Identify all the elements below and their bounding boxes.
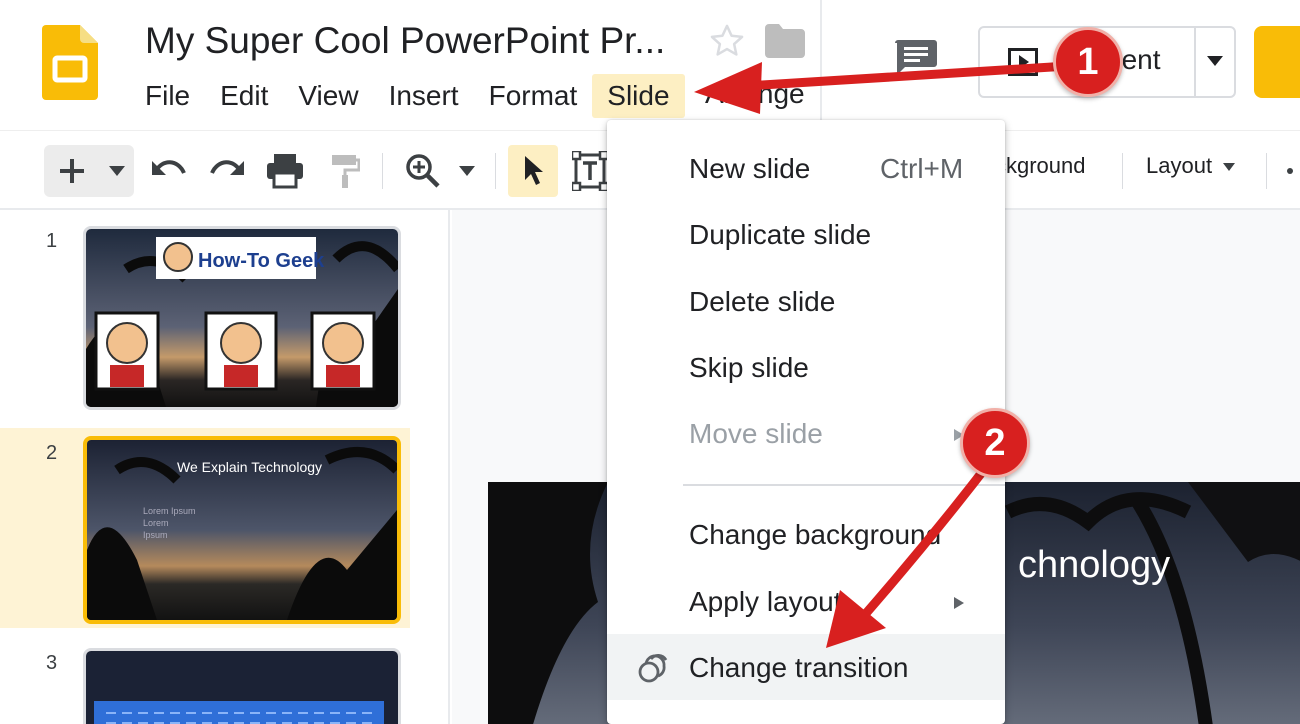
menu-item-change-transition[interactable]: Change transition (689, 652, 908, 684)
plus-icon (60, 159, 84, 183)
present-play-icon (1008, 48, 1038, 76)
comments-icon[interactable] (895, 40, 937, 76)
undo-icon[interactable] (150, 155, 188, 185)
menu-item-change-background[interactable]: Change background (689, 519, 941, 551)
slide-2-body-line: Lorem Ipsum (143, 506, 196, 516)
slide-1-preview: How-To Geek (86, 229, 398, 407)
paint-format-icon[interactable] (330, 153, 360, 189)
main-slide-title-text[interactable]: chnology (1018, 544, 1170, 587)
chevron-down-icon[interactable] (1206, 54, 1224, 68)
share-button[interactable] (1254, 26, 1300, 98)
print-icon[interactable] (266, 153, 304, 189)
toolbar-divider (495, 153, 496, 189)
submenu-arrow-icon (954, 597, 964, 609)
toolbar-divider (1122, 153, 1123, 189)
chevron-down-icon (1223, 163, 1236, 172)
menu-item-delete-slide[interactable]: Delete slide (689, 286, 835, 318)
toolbar-layout-label: Layout (1146, 153, 1213, 178)
slide-thumbnail-3[interactable] (83, 648, 401, 724)
slides-logo-icon[interactable] (42, 25, 98, 100)
chevron-down-icon[interactable] (458, 165, 476, 177)
cursor-arrow-icon (525, 156, 543, 185)
menu-format[interactable]: Format (474, 74, 593, 118)
slide-1-banner: How-To Geek (198, 250, 325, 272)
menu-separator (683, 484, 1005, 486)
redo-icon[interactable] (208, 155, 246, 185)
menu-edit[interactable]: Edit (205, 74, 283, 118)
zoom-icon[interactable] (405, 153, 441, 189)
menu-file[interactable]: File (130, 74, 205, 118)
slide-number: 3 (46, 652, 58, 674)
menu-insert[interactable]: Insert (374, 74, 474, 118)
menu-arrange[interactable]: Arrange (705, 78, 805, 110)
slide-2-title: We Explain Technology (177, 459, 322, 475)
menu-bar: File Edit View Insert Format Slide (130, 74, 685, 118)
slide-3-preview (86, 651, 398, 724)
step-badge-1: 1 (1053, 27, 1123, 97)
menu-item-new-slide[interactable]: New slide (689, 153, 810, 185)
transition-icon (638, 654, 668, 683)
slide-dropdown-menu: New slide Ctrl+M Duplicate slide Delete … (607, 120, 1005, 724)
menu-slide[interactable]: Slide (592, 74, 685, 118)
menu-view[interactable]: View (283, 74, 373, 118)
text-box-icon[interactable] (572, 151, 608, 191)
more-options-icon[interactable] (1286, 167, 1294, 175)
slide-2-body-line: Ipsum (143, 530, 168, 540)
star-icon[interactable] (708, 22, 746, 60)
toolbar-divider (382, 153, 383, 189)
toolbar-divider (1266, 153, 1267, 189)
menu-item-duplicate-slide[interactable]: Duplicate slide (689, 219, 871, 251)
menu-item-apply-layout[interactable]: Apply layout (689, 586, 842, 618)
chevron-down-icon[interactable] (108, 165, 126, 177)
slide-number: 1 (46, 230, 58, 252)
menu-item-move-slide: Move slide (689, 418, 823, 449)
step-badge-2: 2 (960, 408, 1030, 478)
menu-item-skip-slide[interactable]: Skip slide (689, 352, 809, 384)
shortcut-label: Ctrl+M (880, 153, 964, 184)
slide-number: 2 (46, 442, 58, 464)
slide-2-body-line: Lorem (143, 518, 169, 528)
document-title[interactable]: My Super Cool PowerPoint Pr... (145, 20, 665, 62)
toolbar-layout-button[interactable]: Layout (1146, 153, 1236, 179)
toolbar-background-button[interactable]: ckground (995, 153, 1086, 179)
slide-thumbnail-2[interactable]: We Explain Technology Lorem Ipsum Lorem … (83, 436, 401, 624)
slide-filmstrip: 1 How-To Geek 2 We Explain Technology Lo… (0, 210, 450, 724)
present-divider (1194, 28, 1196, 96)
slide-thumbnail-1[interactable]: How-To Geek (83, 226, 401, 410)
folder-icon[interactable] (765, 24, 805, 58)
slide-2-preview: We Explain Technology Lorem Ipsum Lorem … (87, 440, 397, 620)
